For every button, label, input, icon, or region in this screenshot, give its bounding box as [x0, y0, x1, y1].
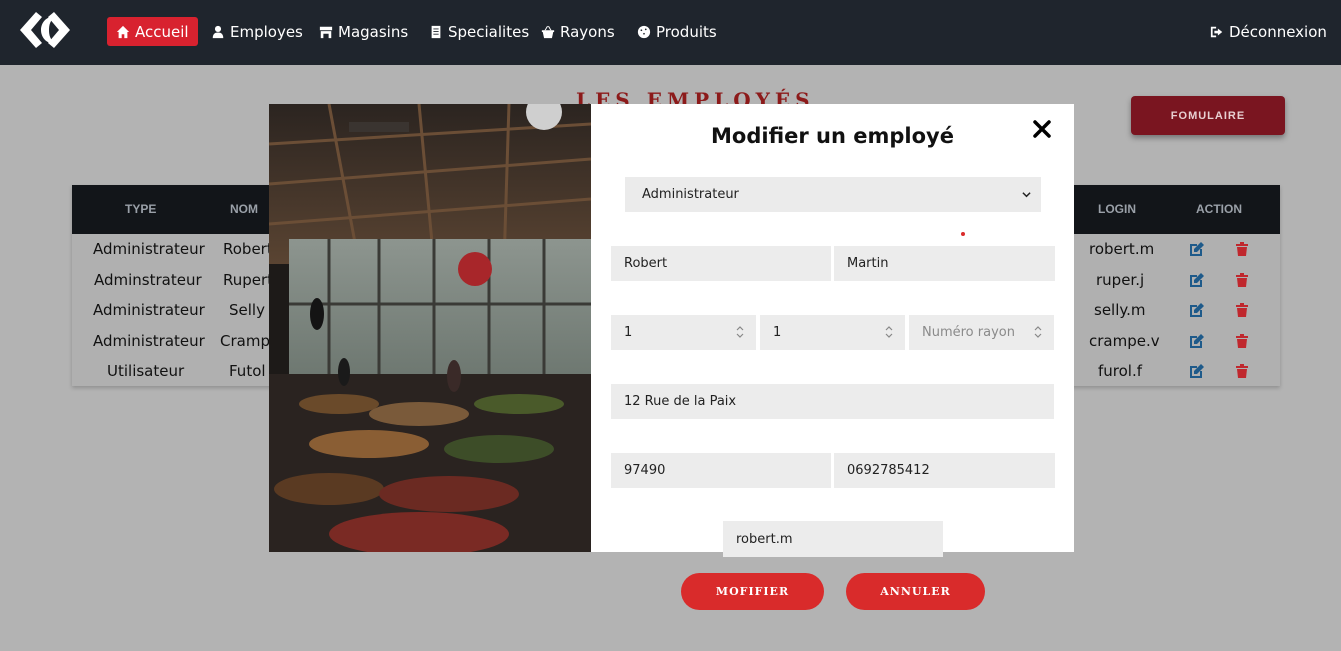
navbar: Accueil Employes Magasins Specialites Ra…: [0, 0, 1341, 65]
nav-rayons[interactable]: Rayons: [532, 17, 624, 46]
home-icon: [116, 25, 130, 38]
logout-link[interactable]: Déconnexion: [1201, 17, 1336, 46]
edit-icon[interactable]: [1189, 363, 1205, 379]
delete-icon[interactable]: [1234, 333, 1250, 349]
store-icon: [319, 26, 333, 38]
store-photo: [269, 104, 591, 552]
code-postal-input[interactable]: 97490: [611, 453, 831, 488]
cell-type: Administrateur: [93, 301, 205, 319]
magasin-value: 1: [624, 325, 633, 340]
cell-login: crampe.v: [1089, 332, 1160, 350]
cancel-button[interactable]: ANNULER: [846, 573, 985, 610]
nom-input[interactable]: Martin: [834, 246, 1055, 281]
prenom-input[interactable]: Robert: [611, 246, 831, 281]
nav-magasins[interactable]: Magasins: [310, 17, 417, 46]
edit-icon[interactable]: [1189, 241, 1205, 257]
spinner-icon[interactable]: [736, 325, 744, 339]
nav-rayons-label: Rayons: [560, 22, 615, 41]
nav-employes[interactable]: Employes: [202, 17, 312, 46]
spinner-icon[interactable]: [885, 325, 893, 339]
cell-nom: Futol: [229, 362, 266, 380]
nav-specialites-label: Specialites: [448, 22, 530, 41]
header-action: ACTION: [1196, 202, 1242, 216]
cell-login: furol.f: [1098, 362, 1143, 380]
cell-login: selly.m: [1094, 301, 1146, 319]
sign-out-icon: [1210, 26, 1223, 37]
delete-icon[interactable]: [1234, 363, 1250, 379]
brand-logo[interactable]: [16, 10, 74, 50]
login-input[interactable]: robert.m: [723, 521, 943, 557]
cell-nom: Robert: [223, 240, 273, 258]
specialite-number-input[interactable]: 1: [760, 315, 905, 350]
cell-login: robert.m: [1089, 240, 1155, 258]
logout-label: Déconnexion: [1229, 22, 1327, 41]
header-type: TYPE: [125, 202, 157, 216]
modify-button[interactable]: MOFIFIER: [681, 573, 824, 610]
cookie-icon: [637, 25, 651, 38]
delete-icon[interactable]: [1234, 241, 1250, 257]
list-icon: [431, 25, 441, 38]
cell-type: Adminstrateur: [94, 271, 202, 289]
cell-nom: Selly: [229, 301, 265, 319]
form-button[interactable]: FOMULAIRE: [1131, 96, 1285, 135]
nav-specialites[interactable]: Specialites: [420, 17, 538, 46]
chevron-down-icon: [1022, 192, 1031, 198]
nav-accueil-label: Accueil: [135, 22, 189, 41]
edit-employee-modal: Modifier un employé Administrateur Rober…: [591, 104, 1074, 552]
employee-type-value: Administrateur: [642, 187, 739, 202]
required-dot: [961, 232, 965, 236]
rayon-placeholder: Numéro rayon: [922, 325, 1015, 340]
header-nom: NOM: [230, 202, 258, 216]
rayon-number-input[interactable]: Numéro rayon: [909, 315, 1054, 350]
basket-icon: [541, 25, 555, 38]
delete-icon[interactable]: [1234, 302, 1250, 318]
modal-title: Modifier un employé: [711, 124, 954, 148]
nav-produits-label: Produits: [656, 22, 717, 41]
spinner-icon[interactable]: [1034, 325, 1042, 339]
nav-accueil[interactable]: Accueil: [107, 17, 198, 46]
edit-icon[interactable]: [1189, 272, 1205, 288]
adresse-input[interactable]: 12 Rue de la Paix: [611, 384, 1054, 419]
delete-icon[interactable]: [1234, 272, 1250, 288]
cell-nom: Rupert: [223, 271, 274, 289]
header-login: LOGIN: [1098, 202, 1136, 216]
cell-type: Utilisateur: [107, 362, 185, 380]
edit-icon[interactable]: [1189, 333, 1205, 349]
nav-employes-label: Employes: [230, 22, 303, 41]
cell-login: ruper.j: [1096, 271, 1145, 289]
specialite-value: 1: [773, 325, 782, 340]
cell-type: Administrateur: [93, 332, 205, 350]
edit-icon[interactable]: [1189, 302, 1205, 318]
user-icon: [212, 25, 224, 38]
employee-type-select[interactable]: Administrateur: [625, 177, 1041, 212]
magasin-number-input[interactable]: 1: [611, 315, 756, 350]
cell-type: Administrateur: [93, 240, 205, 258]
telephone-input[interactable]: 0692785412: [834, 453, 1055, 488]
nav-produits[interactable]: Produits: [628, 17, 726, 46]
nav-magasins-label: Magasins: [338, 22, 409, 41]
close-icon[interactable]: [1031, 118, 1053, 140]
